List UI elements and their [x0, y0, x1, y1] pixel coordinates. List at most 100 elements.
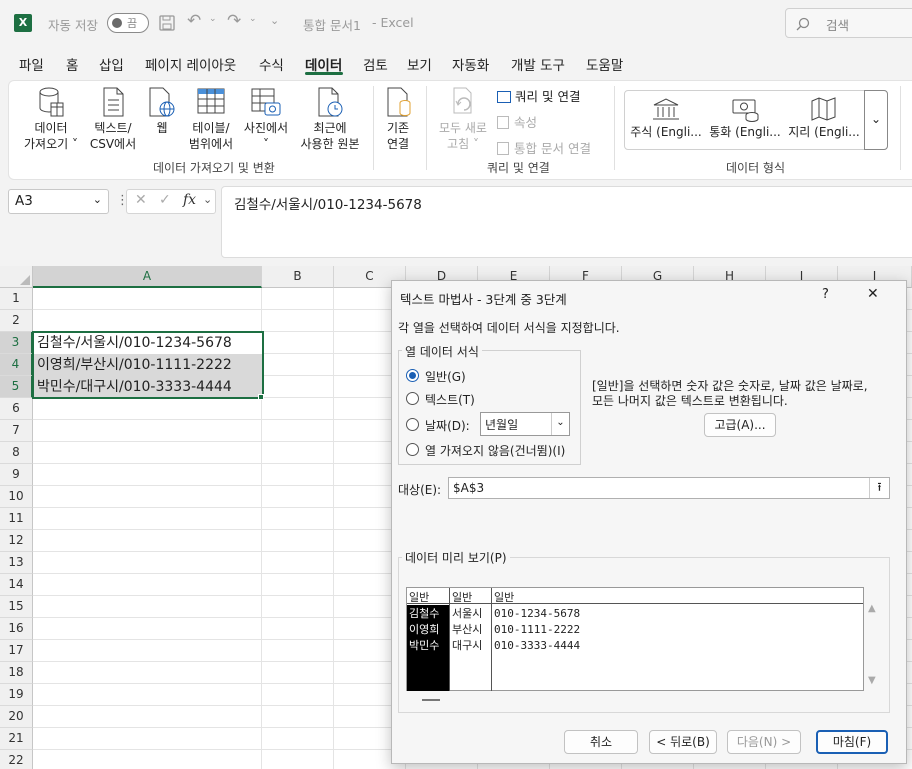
row-header-17[interactable]: 17 [0, 640, 33, 662]
fx-dropdown-icon[interactable]: ⌄ [203, 193, 212, 206]
tab-formulas[interactable]: 수식 [259, 54, 284, 74]
column-header-b[interactable]: B [262, 266, 334, 288]
get-data-button[interactable]: 데이터 가져오기 ˅ [18, 86, 84, 152]
finish-button[interactable]: 마침(F) [816, 730, 888, 754]
tab-help[interactable]: 도움말 [586, 54, 623, 74]
tab-review[interactable]: 검토 [363, 54, 388, 74]
tab-home[interactable]: 홈 [66, 54, 78, 74]
row-header-12[interactable]: 12 [0, 530, 33, 552]
row-header-14[interactable]: 14 [0, 574, 33, 596]
row-header-13[interactable]: 13 [0, 552, 33, 574]
name-box-dropdown-icon[interactable]: ⌄ [93, 193, 102, 206]
formula-input[interactable]: 김철수/서울시/010-1234-5678 [221, 186, 912, 258]
recent-sources-button[interactable]: 최근에 사용한 원본 [294, 86, 366, 152]
row-header-16[interactable]: 16 [0, 618, 33, 640]
back-button[interactable]: < 뒤로(B) [649, 730, 717, 754]
row-header-21[interactable]: 21 [0, 728, 33, 750]
refresh-all-button[interactable]: 모두 새로 고침 ˅ [432, 86, 494, 152]
undo-icon[interactable]: ↶ [187, 11, 201, 31]
row-header-10[interactable]: 10 [0, 486, 33, 508]
from-picture-button[interactable]: 사진에서 ˅ [240, 86, 292, 152]
cancel-button[interactable]: 취소 [564, 730, 638, 754]
tab-data[interactable]: 데이터 [305, 54, 342, 74]
cell-a3[interactable]: 김철수/서울시/010-1234-5678 [34, 332, 262, 353]
row-header-22[interactable]: 22 [0, 750, 33, 769]
help-button[interactable]: ? [822, 287, 829, 302]
existing-connections-button[interactable]: 기존 연결 [380, 86, 416, 152]
row-header-9[interactable]: 9 [0, 464, 33, 486]
select-all-corner[interactable] [0, 266, 33, 288]
cell-a5[interactable]: 박민수/대구시/010-3333-4444 [34, 376, 262, 397]
insert-function-icon[interactable]: fx [183, 192, 196, 208]
preview-cell: 박민수 [409, 639, 440, 652]
row-header-19[interactable]: 19 [0, 684, 33, 706]
confirm-entry-icon[interactable]: ✓ [159, 192, 171, 208]
workbook-links-button[interactable]: 통합 문서 연결 [497, 138, 591, 157]
preview-header-2[interactable]: 일반 [452, 589, 472, 605]
from-table-button[interactable]: 테이블/ 범위에서 [185, 86, 237, 152]
autosave-toggle[interactable]: 끔 [107, 13, 149, 33]
preview-header-3[interactable]: 일반 [494, 589, 514, 605]
radio-text[interactable] [406, 392, 419, 405]
properties-button[interactable]: 속성 [497, 112, 537, 131]
row-header-8[interactable]: 8 [0, 442, 33, 464]
tab-page-layout[interactable]: 페이지 레이아웃 [145, 54, 236, 74]
gallery-more-button[interactable]: ⌄ [864, 90, 888, 150]
radio-skip[interactable] [406, 443, 419, 456]
radio-general[interactable] [406, 369, 419, 382]
collapse-dialog-icon[interactable]: ⭱ [869, 478, 889, 498]
advanced-button[interactable]: 고급(A)... [704, 413, 776, 437]
next-button[interactable]: 다음(N) > [727, 730, 801, 754]
radio-date[interactable] [406, 418, 419, 431]
row-header-20[interactable]: 20 [0, 706, 33, 728]
data-preview-pane[interactable]: 일반 일반 일반 김철수 이영희 박민수 서울시 부산시 대구시 010-123… [406, 587, 864, 691]
row-header-11[interactable]: 11 [0, 508, 33, 530]
row-header-7[interactable]: 7 [0, 420, 33, 442]
tab-file[interactable]: 파일 [19, 54, 44, 74]
preview-header-1[interactable]: 일반 [409, 589, 429, 605]
select-all-triangle-icon [20, 275, 30, 285]
queries-connections-button[interactable]: 쿼리 및 연결 [497, 86, 580, 105]
redo-dropdown-icon[interactable]: ⌄ [249, 14, 257, 24]
refresh-icon [453, 87, 472, 114]
cancel-entry-icon[interactable]: ✕ [135, 192, 147, 208]
preview-horizontal-scrollbar[interactable] [422, 699, 440, 701]
picture-dropdown-icon: ˅ [263, 137, 269, 151]
document-title: 통합 문서1 [303, 18, 361, 33]
tab-view[interactable]: 보기 [407, 54, 432, 74]
row-header-15[interactable]: 15 [0, 596, 33, 618]
preview-scroll-down-icon[interactable]: ▼ [868, 675, 876, 686]
redo-icon[interactable]: ↷ [227, 11, 241, 31]
currency-button[interactable]: 통화 (Engli... [707, 96, 783, 140]
row-header-1[interactable]: 1 [0, 288, 33, 310]
close-icon[interactable]: ✕ [867, 286, 879, 302]
date-format-select[interactable]: 년월일 ⌄ [480, 412, 570, 436]
tab-insert[interactable]: 삽입 [99, 54, 124, 74]
row-header-2[interactable]: 2 [0, 310, 33, 332]
name-box[interactable]: A3 ⌄ [8, 189, 109, 214]
text-csv-button[interactable]: 텍스트/ CSV에서 [86, 86, 140, 152]
dialog-title: 텍스트 마법사 - 3단계 중 3단계 [400, 292, 567, 307]
column-header-a[interactable]: A [33, 266, 262, 288]
group-data-types: 데이터 형식 [726, 161, 786, 175]
preview-scroll-up-icon[interactable]: ▲ [868, 603, 876, 614]
properties-icon [497, 116, 509, 129]
row-header-4[interactable]: 4 [0, 354, 33, 376]
customize-qat-icon[interactable]: ⌄ [270, 14, 279, 27]
tab-automate[interactable]: 자동화 [452, 54, 489, 74]
table-label1: 테이블/ [192, 121, 230, 135]
tab-developer[interactable]: 개발 도구 [511, 54, 565, 74]
destination-input[interactable]: $A$3 ⭱ [448, 477, 890, 499]
row-header-3[interactable]: 3 [0, 332, 33, 354]
row-header-18[interactable]: 18 [0, 662, 33, 684]
row-header-6[interactable]: 6 [0, 398, 33, 420]
cell-a4[interactable]: 이영희/부산시/010-1111-2222 [34, 354, 262, 375]
search-box[interactable]: 검색 [785, 8, 912, 38]
recent-label1: 최근에 [313, 121, 347, 135]
save-icon[interactable] [159, 15, 175, 31]
from-web-button[interactable]: 웹 [146, 86, 178, 136]
stocks-button[interactable]: 주식 (Engli... [628, 96, 704, 140]
geography-button[interactable]: 지리 (Engli... [786, 96, 862, 140]
row-header-5[interactable]: 5 [0, 376, 33, 398]
undo-dropdown-icon[interactable]: ⌄ [209, 14, 217, 24]
